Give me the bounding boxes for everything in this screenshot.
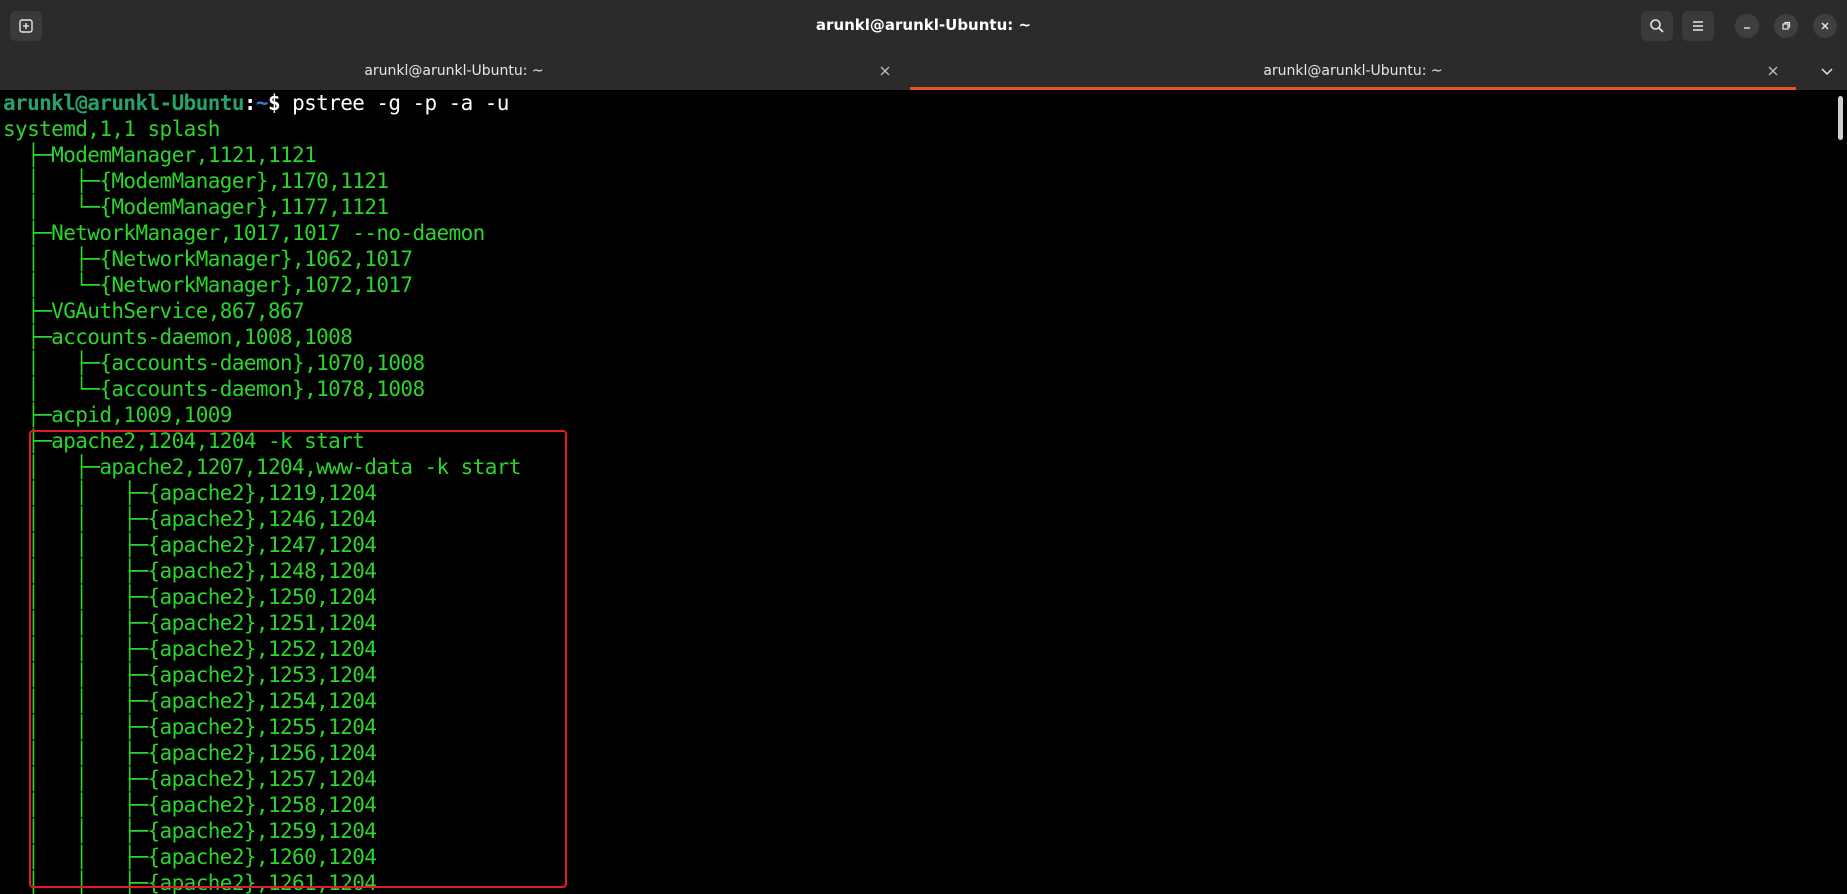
maximize-button[interactable] bbox=[1774, 14, 1798, 38]
menu-button[interactable] bbox=[1682, 11, 1714, 41]
chevron-down-icon bbox=[1821, 68, 1833, 76]
output-line: ├─accounts-daemon,1008,1008 bbox=[3, 325, 353, 349]
output-line: ├─VGAuthService,867,867 bbox=[3, 299, 305, 323]
restore-icon bbox=[1782, 21, 1791, 30]
output-line: ├─ModemManager,1121,1121 bbox=[3, 143, 317, 167]
minimize-icon bbox=[1744, 27, 1750, 29]
close-icon bbox=[1821, 22, 1829, 30]
close-icon bbox=[1768, 66, 1778, 76]
search-button[interactable] bbox=[1641, 11, 1673, 41]
prompt-path: ~ bbox=[255, 91, 269, 115]
prompt-user-host: arunkl@arunkl-Ubuntu bbox=[3, 91, 244, 115]
prompt-symbol: $ bbox=[267, 91, 293, 115]
output-line: ├─acpid,1009,1009 bbox=[3, 403, 232, 427]
tab-2[interactable]: arunkl@arunkl-Ubuntu: ~ bbox=[910, 52, 1796, 90]
tab-bar: arunkl@arunkl-Ubuntu: ~ arunkl@arunkl-Ub… bbox=[0, 52, 1847, 90]
window-title: arunkl@arunkl-Ubuntu: ~ bbox=[815, 16, 1032, 34]
tab-label: arunkl@arunkl-Ubuntu: ~ bbox=[1263, 63, 1443, 79]
apache2-highlight-box bbox=[29, 430, 567, 888]
prompt-separator: : bbox=[243, 91, 257, 115]
output-line: │ └─{NetworkManager},1072,1017 bbox=[3, 273, 413, 297]
output-line: │ ├─{accounts-daemon},1070,1008 bbox=[3, 351, 425, 375]
minimize-button[interactable] bbox=[1735, 14, 1759, 38]
terminal-scrollbar[interactable] bbox=[1831, 90, 1847, 894]
output-line: │ └─{ModemManager},1177,1121 bbox=[3, 195, 389, 219]
tab-close-button[interactable] bbox=[878, 64, 892, 78]
title-bar: arunkl@arunkl-Ubuntu: ~ bbox=[0, 0, 1847, 53]
tab-1[interactable]: arunkl@arunkl-Ubuntu: ~ bbox=[0, 52, 908, 90]
command-text: pstree -g -p -a -u bbox=[292, 91, 509, 115]
hamburger-menu-icon bbox=[1693, 21, 1703, 31]
output-line: │ ├─{ModemManager},1170,1121 bbox=[3, 169, 389, 193]
search-icon bbox=[1650, 19, 1664, 33]
output-line: systemd,1,1 splash bbox=[3, 117, 220, 141]
output-line: │ └─{accounts-daemon},1078,1008 bbox=[3, 377, 425, 401]
scrollbar-thumb[interactable] bbox=[1838, 96, 1843, 140]
output-line: ├─NetworkManager,1017,1017 --no-daemon bbox=[3, 221, 485, 245]
tab-label: arunkl@arunkl-Ubuntu: ~ bbox=[364, 63, 544, 79]
tab-close-button[interactable] bbox=[1766, 64, 1780, 78]
output-line: │ ├─{NetworkManager},1062,1017 bbox=[3, 247, 413, 271]
prompt-line: arunkl@arunkl-Ubuntu:~$ pstree -g -p -a … bbox=[3, 90, 1830, 116]
tab-list-dropdown[interactable] bbox=[1817, 63, 1837, 79]
close-window-button[interactable] bbox=[1813, 14, 1837, 38]
close-icon bbox=[880, 66, 890, 76]
